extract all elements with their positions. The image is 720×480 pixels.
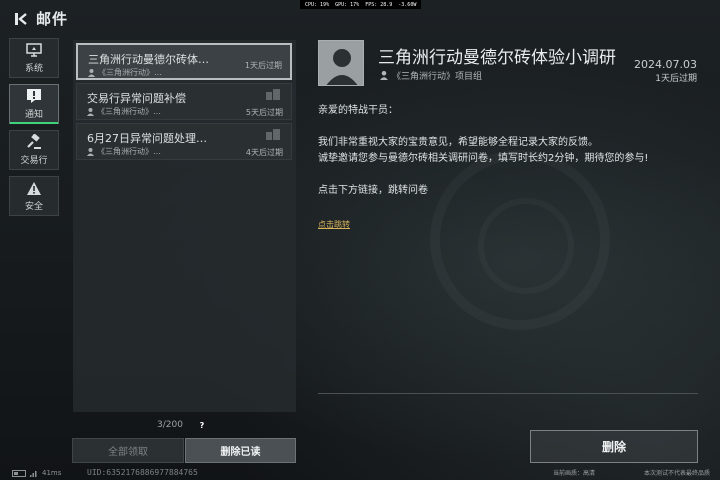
mail-sender-name: 《三角洲行动》… — [98, 68, 162, 77]
category-tab-trade[interactable]: 交易行 — [9, 130, 59, 170]
battery-icon — [12, 469, 26, 477]
category-label: 交易行 — [20, 156, 48, 166]
user-icon — [88, 68, 95, 77]
mail-detail-sender-name: 《三角洲行动》项目组 — [392, 72, 483, 82]
read-stamp-icon — [266, 129, 280, 140]
mail-list-panel: 三角洲行动曼德尔砖体… 《三角洲行动》… 1天后过期 交易行异常问题补偿 《三角… — [73, 40, 296, 412]
category-tab-system[interactable]: 系统 — [9, 38, 59, 78]
delete-read-button[interactable]: 删除已读 — [185, 438, 296, 463]
mail-detail-date: 2024.07.03 — [634, 58, 697, 71]
mail-expiry: 5天后过期 — [245, 108, 283, 117]
category-label: 系统 — [24, 64, 43, 74]
mail-sender-name: 《三角洲行动》… — [97, 107, 161, 116]
detail-divider — [318, 393, 698, 394]
mail-item[interactable]: 6月27日异常问题处理… 《三角洲行动》… 4天后过期 — [76, 123, 292, 160]
user-icon — [87, 147, 94, 156]
mail-sender: 《三角洲行动》… — [87, 146, 161, 157]
mail-title: 三角洲行动曼德尔砖体… — [88, 53, 209, 66]
mail-sender: 《三角洲行动》… — [87, 106, 161, 117]
mail-item[interactable]: 三角洲行动曼德尔砖体… 《三角洲行动》… 1天后过期 — [76, 43, 292, 80]
category-label: 通知 — [24, 110, 43, 120]
gavel-icon — [26, 134, 42, 150]
warning-icon — [26, 180, 42, 196]
notice-icon — [26, 88, 42, 104]
cpu-stat: CPU: 19% — [305, 1, 330, 8]
user-icon — [87, 107, 94, 116]
mail-body-line: 诚挚邀请您参与曼德尔砖相关调研问卷，填写时长约2分钟，期待您的参与! — [318, 153, 649, 164]
sender-avatar — [318, 40, 364, 86]
mail-item[interactable]: 交易行异常问题补偿 《三角洲行动》… 5天后过期 — [76, 83, 292, 120]
category-tab-notice[interactable]: 通知 — [9, 84, 59, 124]
graphics-quality: 当前画质：高清 — [553, 470, 596, 477]
mail-sender: 《三角洲行动》… — [88, 67, 162, 78]
back-button[interactable] — [10, 9, 30, 29]
gpu-stat: GPU: 17% — [335, 1, 360, 8]
page-title: 邮件 — [36, 10, 69, 28]
power-stat: -3.60W — [398, 1, 417, 8]
mail-greeting: 亲爱的特战干员： — [318, 105, 398, 116]
mail-title: 交易行异常问题补偿 — [87, 92, 186, 105]
category-tab-security[interactable]: 安全 — [9, 176, 59, 216]
monitor-icon — [26, 42, 42, 58]
device-status: 41ms — [12, 469, 61, 477]
test-disclaimer: 本次测试不代表最终品质 — [643, 470, 710, 477]
user-icon — [380, 71, 388, 80]
mail-detail-title: 三角洲行动曼德尔砖体验小调研 — [378, 48, 616, 68]
mail-title: 6月27日异常问题处理… — [87, 132, 207, 145]
signal-icon — [30, 470, 37, 477]
mail-expiry: 4天后过期 — [245, 148, 283, 157]
person-silhouette-icon — [319, 41, 363, 85]
mail-sender-name: 《三角洲行动》… — [97, 147, 161, 156]
mail-detail-sender: 《三角洲行动》项目组 — [380, 69, 482, 82]
survey-link[interactable]: 点击跳转 — [318, 219, 350, 230]
category-label: 安全 — [24, 202, 43, 212]
mail-detail-body: 亲爱的特战干员： 我们非常重视大家的宝贵意见，希望能够全程记录大家的反馈。 诚挚… — [318, 103, 698, 199]
fps-stat: FPS: 28.9 — [365, 1, 393, 8]
user-uid: UID:6352176886977884765 — [87, 468, 198, 477]
delete-button[interactable]: 删除 — [530, 430, 698, 463]
page-counter: 3/200 — [157, 420, 183, 430]
ping-value: 41ms — [42, 469, 62, 477]
mail-detail-expiry: 1天后过期 — [655, 74, 697, 84]
mail-expiry: 1天后过期 — [244, 61, 282, 70]
mail-body-line: 我们非常重视大家的宝贵意见，希望能够全程记录大家的反馈。 — [318, 137, 598, 148]
back-arrow-icon — [15, 12, 27, 25]
read-stamp-icon — [266, 89, 280, 100]
claim-all-button[interactable]: 全部领取 — [72, 438, 184, 463]
performance-overlay: CPU: 19% GPU: 17% FPS: 28.9 -3.60W — [300, 0, 422, 9]
header: 邮件 — [10, 8, 68, 29]
help-button[interactable]: ? — [196, 419, 208, 431]
mail-body-line: 点击下方链接，跳转问卷 — [318, 185, 428, 196]
